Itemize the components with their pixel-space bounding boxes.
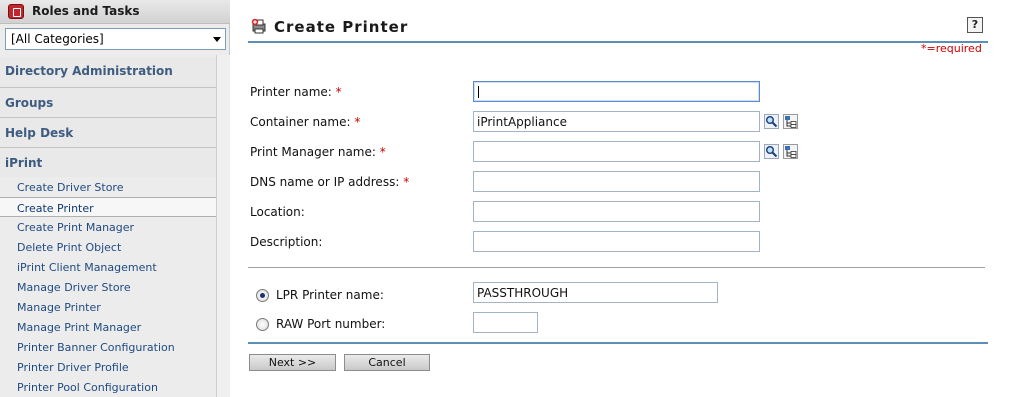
sidebar-item-printer-banner-configuration[interactable]: Printer Banner Configuration: [0, 337, 216, 357]
form-bottom-divider: [248, 342, 988, 344]
printer-name-input[interactable]: [473, 81, 760, 102]
category-select[interactable]: [All Categories]: [5, 28, 226, 50]
sidebar-item-printer-driver-profile[interactable]: Printer Driver Profile: [0, 357, 216, 377]
required-marker: *: [403, 175, 410, 189]
sidebar-item-create-printer[interactable]: Create Printer: [0, 197, 216, 217]
roles-icon: [8, 4, 24, 19]
required-marker: *: [379, 145, 386, 159]
app-window: Roles and Tasks [All Categories] Directo…: [0, 0, 1023, 397]
sidebar-scrollbar[interactable]: [216, 55, 230, 397]
required-marker: *: [335, 85, 342, 99]
sidebar-category-iprint[interactable]: iPrint: [0, 147, 216, 177]
next-button[interactable]: Next >>: [249, 354, 336, 371]
required-marker: *: [354, 115, 361, 129]
printer-name-label: Printer name: *: [250, 85, 342, 99]
lpr-printer-name-input[interactable]: PASSTHROUGH: [473, 282, 718, 303]
printer-name-label-text: Printer name:: [250, 85, 332, 99]
sidebar-item-manage-print-manager[interactable]: Manage Print Manager: [0, 317, 216, 337]
dns-ip-label-text: DNS name or IP address:: [250, 175, 400, 189]
required-note: *=required: [921, 42, 982, 55]
dns-ip-input[interactable]: [473, 171, 760, 192]
container-name-label: Container name: *: [250, 115, 360, 129]
lpr-printer-name-label: LPR Printer name:: [276, 288, 384, 302]
sidebar-item-create-driver-store[interactable]: Create Driver Store: [0, 177, 216, 197]
sidebar-item-manage-printer[interactable]: Manage Printer: [0, 297, 216, 317]
print-manager-name-label-text: Print Manager name:: [250, 145, 376, 159]
container-name-label-text: Container name:: [250, 115, 351, 129]
help-icon[interactable]: ?: [967, 17, 983, 33]
location-input[interactable]: [473, 201, 760, 222]
title-divider: [248, 41, 988, 43]
lpr-radio[interactable]: [256, 289, 269, 302]
raw-port-number-input[interactable]: [473, 312, 538, 333]
raw-port-number-label: RAW Port number:: [276, 317, 386, 331]
sidebar-category-help-desk[interactable]: Help Desk: [0, 117, 216, 147]
print-manager-name-label: Print Manager name: *: [250, 145, 386, 159]
container-name-input[interactable]: iPrintAppliance: [473, 111, 760, 132]
page-title: Create Printer: [274, 18, 409, 36]
sidebar-header: Roles and Tasks: [0, 0, 230, 24]
chevron-down-icon[interactable]: [213, 37, 221, 42]
sidebar-list: Directory Administration Groups Help Des…: [0, 57, 216, 397]
category-select-value: [All Categories]: [11, 32, 104, 46]
sidebar-category-directory-administration[interactable]: Directory Administration: [0, 57, 216, 87]
sidebar-item-iprint-client-management[interactable]: iPrint Client Management: [0, 257, 216, 277]
search-icon[interactable]: [764, 114, 779, 129]
description-input[interactable]: [473, 231, 760, 252]
cancel-button[interactable]: Cancel: [344, 354, 430, 371]
sidebar-item-create-print-manager[interactable]: Create Print Manager: [0, 217, 216, 237]
sidebar-category-groups[interactable]: Groups: [0, 87, 216, 117]
search-icon[interactable]: [764, 144, 779, 159]
sidebar-item-printer-pool-configuration[interactable]: Printer Pool Configuration: [0, 377, 216, 397]
browse-tree-icon[interactable]: [783, 114, 798, 129]
section-divider: [248, 267, 985, 268]
sidebar-item-delete-print-object[interactable]: Delete Print Object: [0, 237, 216, 257]
description-label: Description:: [250, 235, 323, 249]
main-content: Create Printer ? *=required Printer name…: [231, 0, 1023, 397]
raw-radio[interactable]: [256, 318, 269, 331]
browse-tree-icon[interactable]: [783, 144, 798, 159]
roles-and-tasks-sidebar: Roles and Tasks [All Categories] Directo…: [0, 0, 230, 397]
location-label: Location:: [250, 205, 305, 219]
create-printer-icon: [251, 18, 266, 34]
sidebar-title: Roles and Tasks: [32, 4, 140, 18]
dns-ip-label: DNS name or IP address: *: [250, 175, 409, 189]
print-manager-name-input[interactable]: [473, 141, 760, 162]
sidebar-item-manage-driver-store[interactable]: Manage Driver Store: [0, 277, 216, 297]
